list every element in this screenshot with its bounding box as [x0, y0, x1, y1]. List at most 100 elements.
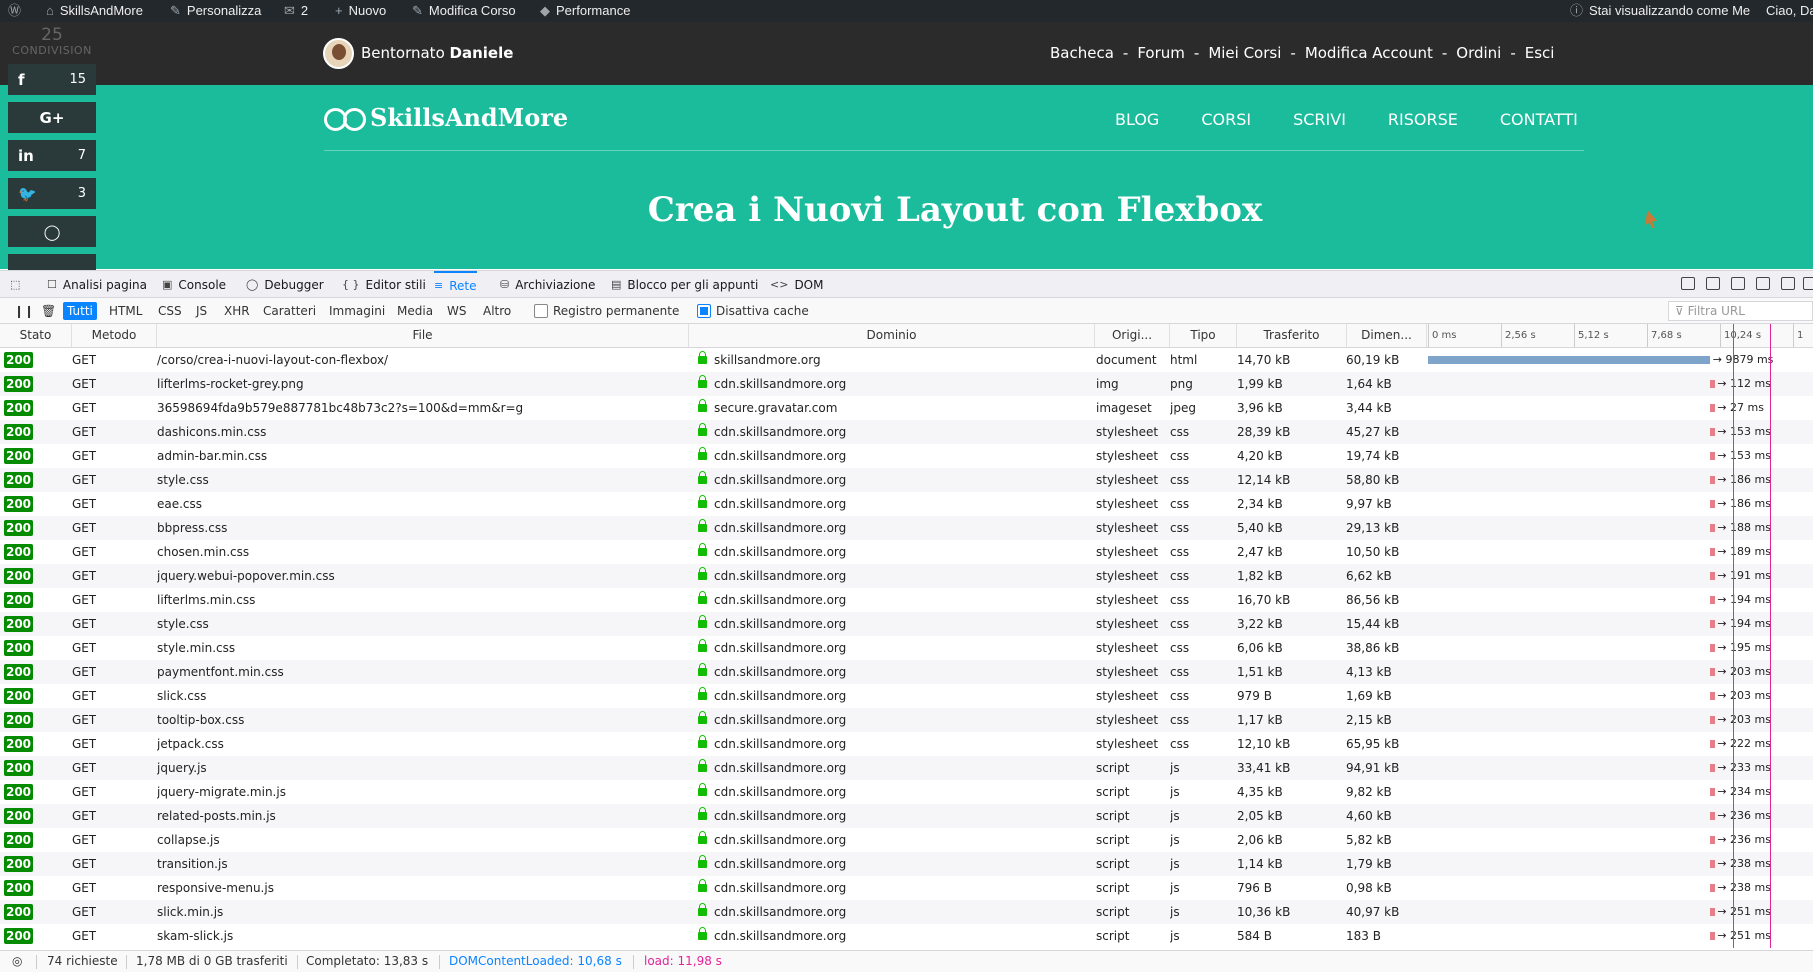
filter-media[interactable]: Media — [393, 302, 437, 320]
table-row[interactable]: 200 GET style.min.css cdn.skillsandmore.org… — [0, 636, 1813, 660]
admin-bar-greeting[interactable]: Ciao, Da — [1766, 0, 1813, 22]
table-row[interactable]: 200 GET transition.js cdn.skillsandmore.org… — [0, 852, 1813, 876]
table-row[interactable]: 200 GET style.css cdn.skillsandmore.org styl… — [0, 612, 1813, 636]
table-row[interactable]: 200 GET eae.css cdn.skillsandmore.org styles… — [0, 492, 1813, 516]
whatsapp-share-button[interactable]: ◯ — [8, 216, 96, 247]
filter-url-input[interactable]: ⊽ Filtra URL — [1668, 301, 1813, 321]
user-menu-item[interactable]: Forum — [1137, 44, 1185, 62]
table-row[interactable]: 200 GET collapse.js cdn.skillsandmore.org sc… — [0, 828, 1813, 852]
user-menu-item[interactable]: Ordini — [1456, 44, 1501, 62]
admin-bar-performance[interactable]: ◆ Performance — [540, 0, 630, 22]
table-row[interactable]: 200 GET style.css cdn.skillsandmore.org styl… — [0, 468, 1813, 492]
tab-editor-stili[interactable]: { } Editor stili — [342, 271, 426, 298]
table-row[interactable]: 200 GET 36598694fda9b579e887781bc48b73c2?s… — [0, 396, 1813, 420]
filter-css[interactable]: CSS — [154, 302, 186, 320]
table-row[interactable]: 200 GET lifterlms-rocket-grey.png cdn.skill… — [0, 372, 1813, 396]
responsive-icon[interactable] — [1756, 277, 1770, 290]
type-cell: html — [1170, 353, 1198, 367]
twitter-share-button[interactable]: 🐦 3 — [8, 178, 96, 209]
table-row[interactable]: 200 GET admin-bar.min.css cdn.skillsandmore… — [0, 444, 1813, 468]
admin-bar-new[interactable]: + Nuovo — [335, 0, 386, 22]
email-share-button[interactable] — [8, 254, 96, 270]
close-icon[interactable] — [1803, 277, 1813, 290]
tab-blocco-per-gli-appunti[interactable]: ▤ Blocco per gli appunti — [611, 271, 758, 298]
tab-debugger[interactable]: ◯ Debugger — [246, 271, 324, 298]
settings-icon[interactable] — [1781, 277, 1795, 290]
user-menu-item[interactable]: Esci — [1525, 44, 1555, 62]
site-logo[interactable]: SkillsAndMore — [324, 103, 568, 132]
table-row[interactable]: 200 GET slick.css cdn.skillsandmore.org styl… — [0, 684, 1813, 708]
table-row[interactable]: 200 GET jquery.webui-popover.min.css cdn.sk… — [0, 564, 1813, 588]
admin-bar-viewing-as[interactable]: ⓘ Stai visualizzando come Me — [1570, 0, 1750, 22]
filter-xhr[interactable]: XHR — [220, 302, 254, 320]
column-header-metodo[interactable]: Metodo — [72, 324, 157, 347]
filter-altro[interactable]: Altro — [479, 302, 515, 320]
filter-caratteri[interactable]: Caratteri — [259, 302, 320, 320]
table-row[interactable]: 200 GET/corso/crea-i-nuovi-layout-con-fle… — [0, 348, 1813, 372]
column-header-file[interactable]: File — [157, 324, 689, 347]
column-header-stato[interactable]: Stato — [0, 324, 72, 347]
performance-analysis-icon[interactable]: ◎ — [12, 951, 22, 972]
table-row[interactable]: 200 GET jquery-migrate.min.js cdn.skillsand… — [0, 780, 1813, 804]
admin-bar-customize[interactable]: ✎ Personalizza — [170, 0, 261, 22]
main-nav-item[interactable]: SCRIVI — [1293, 110, 1346, 129]
main-nav-item[interactable]: RISORSE — [1388, 110, 1458, 129]
table-row[interactable]: 200 GET related-posts.min.js cdn.skillsandm… — [0, 804, 1813, 828]
cause-cell: img — [1096, 377, 1119, 391]
user-menu-item[interactable]: Modifica Account — [1305, 44, 1433, 62]
linkedin-share-button[interactable]: in 7 — [8, 140, 96, 171]
column-header-dimen[interactable]: Dimen... — [1347, 324, 1427, 347]
tab-archiviazione[interactable]: ⛁ Archiviazione — [500, 271, 595, 298]
size-cell: 19,74 kB — [1346, 449, 1400, 463]
admin-bar-site[interactable]: ⌂ SkillsAndMore — [46, 0, 143, 22]
tab-label: Console — [178, 277, 227, 292]
twitter-icon: 🐦 — [18, 184, 37, 203]
filter-html[interactable]: HTML — [105, 302, 146, 320]
table-row[interactable]: 200 GET skam-slick.js cdn.skillsandmore.org… — [0, 924, 1813, 948]
column-header-origi[interactable]: Origi... — [1095, 324, 1170, 347]
table-row[interactable]: 200 GET bbpress.css cdn.skillsandmore.org st… — [0, 516, 1813, 540]
column-header-tipo[interactable]: Tipo — [1170, 324, 1237, 347]
admin-bar-edit[interactable]: ✎ Modifica Corso — [412, 0, 516, 22]
filter-ws[interactable]: WS — [443, 302, 470, 320]
file-cell: style.css — [157, 473, 209, 487]
tab-rete[interactable]: ≡ Rete — [434, 271, 477, 298]
pause-icon[interactable]: ❙❙ — [10, 302, 38, 320]
tab-console[interactable]: ▣ Console — [162, 271, 226, 298]
filter-js[interactable]: JS — [192, 302, 211, 320]
method-cell: GET — [72, 857, 97, 871]
disable-cache-checkbox[interactable] — [697, 304, 711, 318]
main-nav-item[interactable]: CONTATTI — [1500, 110, 1578, 129]
dock-bottom-icon[interactable] — [1681, 277, 1695, 290]
trash-icon[interactable]: 🗑 — [37, 302, 60, 320]
wordpress-logo-icon[interactable]: Ⓦ — [8, 0, 21, 22]
persist-logs-checkbox[interactable] — [534, 304, 548, 318]
element-picker-icon[interactable]: ⬚ — [10, 271, 20, 298]
table-row[interactable]: 200 GET tooltip-box.css cdn.skillsandmore.o… — [0, 708, 1813, 732]
main-nav-item[interactable]: BLOG — [1115, 110, 1159, 129]
column-header-trasferito[interactable]: Trasferito — [1237, 324, 1347, 347]
method-cell: GET — [72, 833, 97, 847]
tab-dom[interactable]: <> DOM — [770, 271, 823, 298]
filter-tutti[interactable]: Tutti — [63, 302, 97, 320]
table-row[interactable]: 200 GET jquery.js cdn.skillsandmore.org scri… — [0, 756, 1813, 780]
status-badge: 200 — [4, 376, 33, 392]
table-row[interactable]: 200 GET chosen.min.css cdn.skillsandmore.or… — [0, 540, 1813, 564]
table-row[interactable]: 200 GET paymentfont.min.css cdn.skillsandmo… — [0, 660, 1813, 684]
admin-bar-comments[interactable]: ✉ 2 — [284, 0, 308, 22]
dock-side-icon[interactable] — [1706, 277, 1720, 290]
table-row[interactable]: 200 GET jetpack.css cdn.skillsandmore.org st… — [0, 732, 1813, 756]
table-row[interactable]: 200 GET responsive-menu.js cdn.skillsandmor… — [0, 876, 1813, 900]
column-header-dominio[interactable]: Dominio — [689, 324, 1095, 347]
table-row[interactable]: 200 GET lifterlms.min.css cdn.skillsandmore… — [0, 588, 1813, 612]
table-row[interactable]: 200 GET dashicons.min.css cdn.skillsandmore… — [0, 420, 1813, 444]
user-menu-item[interactable]: Miei Corsi — [1208, 44, 1281, 62]
main-nav-item[interactable]: CORSI — [1201, 110, 1251, 129]
screenshot-icon[interactable] — [1731, 277, 1745, 290]
table-row[interactable]: 200 GET slick.min.js cdn.skillsandmore.org s… — [0, 900, 1813, 924]
facebook-share-button[interactable]: f 15 — [8, 64, 96, 95]
filter-immagini[interactable]: Immagini — [325, 302, 389, 320]
gplus-share-button[interactable]: G+ — [8, 102, 96, 133]
user-menu-item[interactable]: Bacheca — [1050, 44, 1114, 62]
tab-analisi-pagina[interactable]: ☐ Analisi pagina — [47, 271, 147, 298]
